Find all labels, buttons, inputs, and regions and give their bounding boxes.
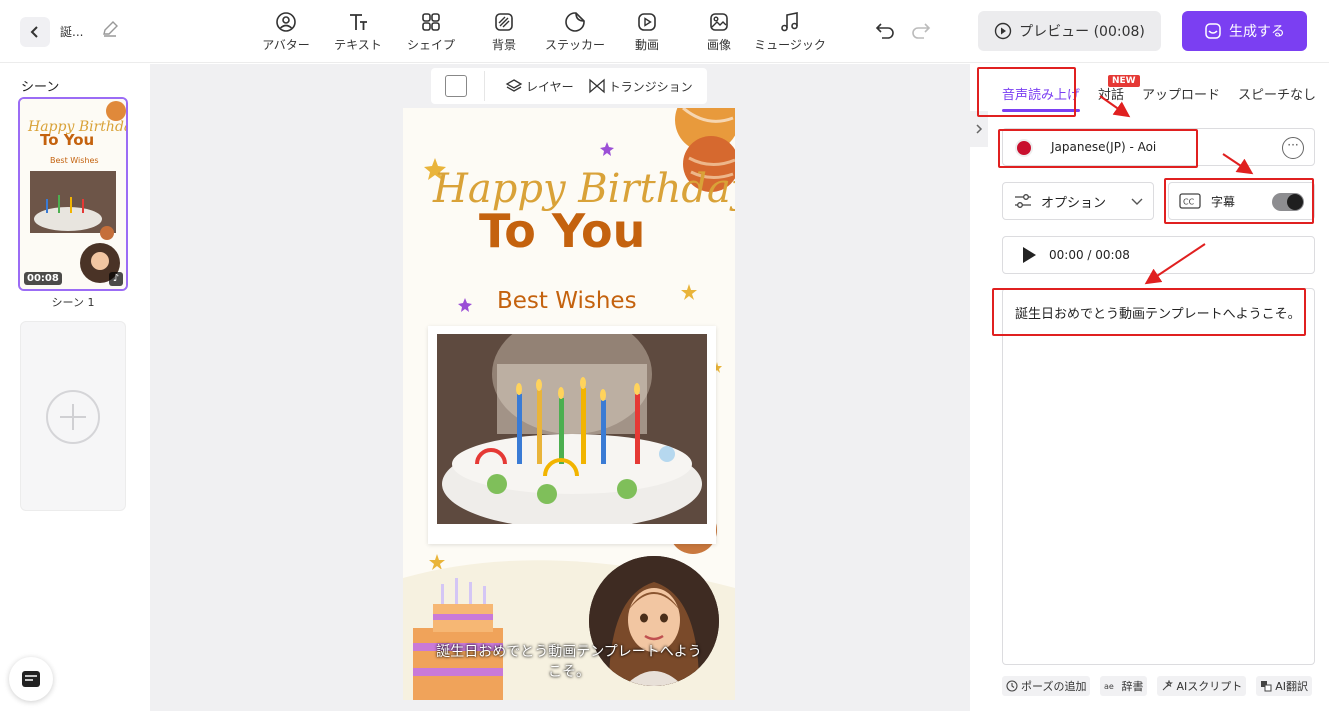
voice-panel: 音声読み上げ 対話 アップロード スピーチなし NEW Japanese(JP)… (977, 64, 1329, 711)
tool-label: ステッカー (545, 38, 606, 52)
feedback-button[interactable] (9, 657, 53, 701)
transition-label: トランジション (608, 79, 693, 94)
canvas-area: レイヤー トランジション Happy Birthday To You Best … (150, 64, 970, 711)
birthday-cake-photo (437, 334, 707, 524)
sliders-icon (1015, 194, 1031, 208)
dictionary-button[interactable]: ae 辞書 (1100, 676, 1148, 696)
layers-icon (505, 79, 523, 92)
select-checkbox[interactable] (445, 75, 467, 97)
tool-label: アバター (262, 38, 310, 52)
generate-label: 生成する (1229, 24, 1285, 40)
svg-text:Best Wishes: Best Wishes (50, 156, 99, 165)
ai-script-icon (1163, 680, 1174, 691)
tool-sticker[interactable]: ステッカー (545, 8, 606, 56)
rename-pencil-icon[interactable] (100, 19, 120, 43)
player-time: 00:00 / 00:08 (1049, 248, 1130, 262)
top-bar: 誕... アバター テキスト シェイプ 背景 ステッカー 動画 画像 ミュージッ… (0, 0, 1329, 63)
video-subtitle[interactable]: 誕生日おめでとう動画テンプレートへようこそ。 (403, 642, 735, 682)
undo-icon[interactable] (874, 20, 896, 46)
back-button[interactable] (20, 17, 50, 47)
ai-translate-label: AI翻訳 (1275, 680, 1309, 693)
transition-button[interactable]: トランジション (588, 78, 693, 95)
highlight-box (977, 67, 1076, 117)
tool-background[interactable]: 背景 (462, 8, 546, 56)
ai-script-button[interactable]: AIスクリプト (1157, 676, 1247, 696)
tool-music[interactable]: ミュージック (748, 8, 832, 56)
tab-upload[interactable]: アップロード (1142, 84, 1220, 103)
tool-avatar[interactable]: アバター (256, 8, 316, 56)
highlight-box (998, 129, 1198, 168)
chevron-right-icon (976, 124, 983, 134)
svg-text:To You: To You (40, 131, 94, 149)
add-pause-label: ポーズの追加 (1021, 680, 1087, 693)
dictionary-icon: ae (1104, 682, 1114, 691)
dictionary-label: 辞書 (1121, 680, 1144, 693)
generate-button[interactable]: 生成する (1182, 11, 1307, 51)
tool-label: シェイプ (406, 38, 455, 52)
translate-icon (1261, 681, 1272, 692)
layer-button[interactable]: レイヤー (505, 78, 574, 95)
generate-icon (1205, 23, 1221, 39)
add-scene-button[interactable] (20, 321, 126, 511)
sticker-icon (565, 12, 585, 32)
canvas-toolbar: レイヤー トランジション (431, 68, 707, 104)
play-icon[interactable] (1021, 246, 1037, 264)
image-icon (710, 13, 728, 31)
divider (484, 71, 485, 101)
highlight-box (1164, 178, 1314, 224)
photo-frame[interactable] (428, 326, 716, 544)
svg-text:ae: ae (1104, 682, 1114, 691)
avatar-icon (276, 12, 296, 32)
script-tools: ポーズの追加 ae 辞書 AIスクリプト AI翻訳 (1002, 676, 1322, 696)
scenes-panel: シーン Happy Birthday To You Best Wishes 00… (0, 64, 150, 711)
toolbar: アバター テキスト シェイプ 背景 ステッカー 動画 画像 ミュージック (256, 8, 832, 56)
plus-icon (46, 390, 100, 444)
music-icon (781, 12, 798, 32)
transition-icon (588, 78, 605, 94)
redo-icon[interactable] (910, 20, 932, 46)
scene-preview-image: Happy Birthday To You Best Wishes (20, 99, 126, 289)
scenes-title: シーン (21, 80, 60, 95)
project-name[interactable]: 誕... (60, 23, 83, 40)
text-icon (350, 14, 367, 30)
ai-translate-button[interactable]: AI翻訳 (1256, 676, 1313, 696)
more-options-icon[interactable]: ··· (1282, 137, 1304, 159)
new-badge: NEW (1108, 75, 1140, 87)
preview-button[interactable]: プレビュー (00:08) (978, 11, 1161, 51)
ai-script-label: AIスクリプト (1176, 680, 1243, 693)
preview-label: プレビュー (00:08) (1019, 24, 1145, 40)
clock-icon (1006, 680, 1018, 692)
audio-player: 00:00 / 00:08 (1002, 236, 1315, 274)
shape-icon (422, 13, 440, 31)
layer-label: レイヤー (526, 79, 574, 94)
options-label: オプション (1041, 195, 1107, 211)
chevron-down-icon (1131, 198, 1143, 205)
inbox-icon (22, 671, 40, 687)
tool-label: ミュージック (754, 38, 826, 52)
tool-image[interactable]: 画像 (690, 8, 748, 56)
video-icon (638, 13, 656, 31)
script-editor[interactable]: 誕生日おめでとう動画テンプレートへようこそ。 (1002, 288, 1315, 665)
tool-shape[interactable]: シェイプ (400, 8, 462, 56)
tool-label: 動画 (634, 38, 659, 52)
add-pause-button[interactable]: ポーズの追加 (1002, 676, 1091, 696)
poster-wishes[interactable]: Best Wishes (497, 288, 637, 314)
background-icon (495, 13, 513, 31)
tab-no-speech[interactable]: スピーチなし (1238, 84, 1316, 103)
video-canvas[interactable]: Happy Birthday To You Best Wishes 誕生日おめで… (403, 108, 735, 700)
chevron-left-icon (30, 26, 38, 38)
tool-text[interactable]: テキスト (316, 8, 400, 56)
tool-label: 画像 (706, 38, 731, 52)
play-circle-icon (994, 22, 1012, 40)
tool-label: テキスト (334, 38, 382, 52)
scene-duration: 00:08 (24, 272, 62, 285)
scene-label: シーン 1 (51, 296, 95, 309)
poster-headline-bold[interactable]: To You (479, 204, 645, 258)
scene-thumbnail[interactable]: Happy Birthday To You Best Wishes 00:08 … (18, 97, 128, 291)
music-note-icon: ♪ (109, 272, 123, 286)
options-dropdown[interactable]: オプション (1002, 182, 1154, 220)
highlight-box (992, 288, 1306, 336)
tool-video[interactable]: 動画 (604, 8, 690, 56)
tool-label: 背景 (491, 38, 516, 52)
